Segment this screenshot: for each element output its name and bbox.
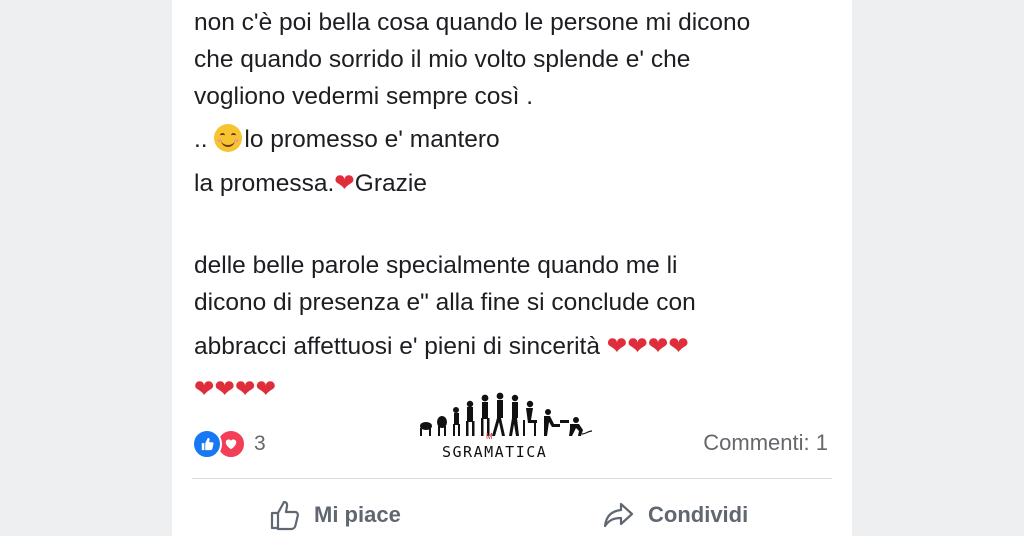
thumbs-up-icon <box>270 500 299 531</box>
post-line: delle belle parole specialmente quando m… <box>194 252 678 279</box>
evolution-silhouette-icon <box>420 392 593 436</box>
logo-stamp: M <box>486 432 493 441</box>
divider <box>192 478 832 479</box>
share-button-label: Condividi <box>648 502 749 527</box>
post-line: vogliono vedermi sempre così . <box>194 83 534 110</box>
post-line: dicono di presenza e" alla fine si concl… <box>194 289 696 316</box>
like-reaction-icon <box>192 429 222 459</box>
post-line: la promessa.❤Grazie <box>194 164 844 201</box>
post-line-text: lo promesso e' mantero <box>244 126 500 153</box>
reaction-count: 3 <box>254 432 266 455</box>
like-button[interactable]: Mi piace <box>268 498 401 532</box>
post-line: .. lo promesso e' mantero <box>194 121 844 158</box>
hearts-emoji-icon: ❤❤❤❤ <box>606 331 689 360</box>
post-line: abbracci affettuosi e' pieni di sincerit… <box>194 327 844 364</box>
comments-count[interactable]: Commenti: 1 <box>703 430 828 456</box>
hearts-emoji-icon: ❤❤❤❤ <box>194 374 277 403</box>
reactions-summary[interactable]: 3 <box>192 429 266 459</box>
heart-emoji-icon: ❤ <box>334 168 355 197</box>
post-line-text: Grazie <box>354 170 427 197</box>
share-arrow-icon <box>603 502 634 528</box>
post-card: non c'è poi bella cosa quando le persone… <box>172 0 852 536</box>
post-line-prefix: la promessa. <box>194 170 335 197</box>
post-line: non c'è poi bella cosa quando le persone… <box>194 9 751 36</box>
post-line-prefix: .. <box>194 126 215 153</box>
logo-text: SGRAMATICA <box>442 443 548 461</box>
post-text: non c'è poi bella cosa quando le persone… <box>194 4 844 407</box>
share-button[interactable]: Condividi <box>602 498 748 532</box>
smile-emoji-icon <box>214 124 243 152</box>
action-bar: Mi piace Condividi <box>172 492 852 536</box>
post-line-text: abbracci affettuosi e' pieni di sincerit… <box>194 333 607 360</box>
like-button-label: Mi piace <box>314 502 401 527</box>
post-line: che quando sorrido il mio volto splende … <box>194 46 691 73</box>
sgramatica-logo: M SGRAMATICA <box>418 386 598 466</box>
